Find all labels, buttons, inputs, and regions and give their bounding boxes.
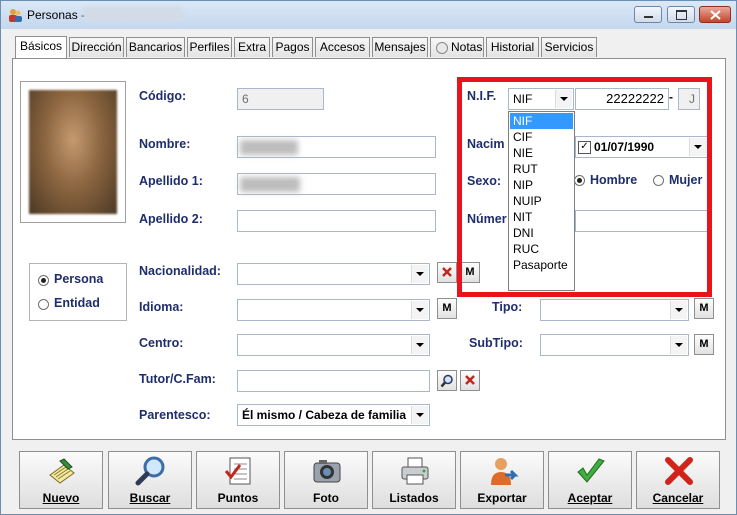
highlight-box bbox=[457, 77, 712, 297]
title-bar: Personas - bbox=[1, 1, 736, 29]
people-icon bbox=[9, 9, 22, 22]
aceptar-label: Aceptar bbox=[567, 491, 613, 505]
tutor-label: Tutor/C.Fam: bbox=[139, 372, 216, 386]
tab-notas-label: Notas bbox=[451, 40, 483, 54]
magnifier-icon bbox=[135, 456, 165, 486]
close-icon bbox=[710, 10, 721, 20]
chevron-down-icon bbox=[411, 336, 428, 354]
idioma-m-button[interactable]: M bbox=[437, 298, 457, 319]
photo-image bbox=[29, 90, 117, 214]
nombre-field[interactable] bbox=[237, 136, 436, 158]
tab-direccion[interactable]: Dirección bbox=[69, 37, 124, 57]
subtipo-m-button[interactable]: M bbox=[694, 334, 714, 355]
tipo-label: Tipo: bbox=[492, 300, 523, 314]
green-check-icon bbox=[577, 458, 605, 483]
foto-button[interactable]: Foto bbox=[284, 451, 368, 509]
foto-label: Foto bbox=[313, 491, 339, 505]
parentesco-label: Parentesco: bbox=[139, 408, 211, 422]
tab-pagos[interactable]: Pagos bbox=[272, 37, 313, 57]
persona-label: Persona bbox=[54, 272, 104, 286]
persona-type-group: Persona Entidad bbox=[29, 263, 127, 321]
chevron-down-icon bbox=[670, 336, 687, 354]
buscar-label: Buscar bbox=[129, 491, 171, 505]
exportar-button[interactable]: Exportar bbox=[460, 451, 544, 509]
codigo-field: 6 bbox=[237, 88, 324, 110]
search-icon bbox=[440, 374, 453, 388]
persona-window: Personas - Básicos Dirección Bancarios P… bbox=[0, 0, 737, 515]
tab-historial[interactable]: Historial bbox=[486, 37, 539, 57]
centro-label: Centro: bbox=[139, 336, 184, 350]
nacionalidad-select[interactable] bbox=[237, 263, 430, 285]
tab-accesos[interactable]: Accesos bbox=[315, 37, 370, 57]
cancelar-label: Cancelar bbox=[652, 491, 704, 505]
checklist-icon bbox=[224, 457, 251, 485]
tab-servicios[interactable]: Servicios bbox=[541, 37, 597, 57]
tab-perfiles[interactable]: Perfiles bbox=[187, 37, 232, 57]
tipo-m-button[interactable]: M bbox=[694, 298, 714, 319]
cancelar-button[interactable]: Cancelar bbox=[636, 451, 720, 509]
parentesco-value: Él mismo / Cabeza de familia bbox=[242, 408, 407, 422]
parentesco-select[interactable]: Él mismo / Cabeza de familia bbox=[237, 404, 430, 426]
tab-notas[interactable]: Notas bbox=[430, 37, 484, 57]
red-x-icon bbox=[465, 375, 475, 385]
apellido1-label: Apellido 1: bbox=[139, 174, 203, 188]
window-title: Personas - bbox=[27, 8, 86, 22]
tab-bancarios[interactable]: Bancarios bbox=[126, 37, 185, 57]
subtipo-select[interactable] bbox=[540, 334, 689, 356]
idioma-label: Idioma: bbox=[139, 300, 184, 314]
search-tutor-button[interactable] bbox=[437, 370, 457, 391]
chevron-down-icon bbox=[411, 301, 428, 319]
codigo-label: Código: bbox=[139, 89, 187, 103]
chevron-down-icon bbox=[411, 265, 428, 283]
nombre-redacted bbox=[240, 140, 298, 155]
aceptar-button[interactable]: Aceptar bbox=[548, 451, 632, 509]
entidad-label: Entidad bbox=[54, 296, 100, 310]
nacionalidad-label: Nacionalidad: bbox=[139, 264, 221, 278]
printer-icon bbox=[401, 457, 429, 485]
listados-label: Listados bbox=[389, 491, 439, 505]
centro-select[interactable] bbox=[237, 334, 430, 356]
clear-tutor-button[interactable] bbox=[460, 370, 480, 391]
buscar-button[interactable]: Buscar bbox=[108, 451, 192, 509]
export-user-icon bbox=[491, 458, 519, 485]
minimize-icon bbox=[644, 16, 653, 18]
persona-radio[interactable] bbox=[38, 275, 49, 286]
clear-nacionalidad-button[interactable] bbox=[437, 262, 457, 283]
listados-button[interactable]: Listados bbox=[372, 451, 456, 509]
nombre-label: Nombre: bbox=[139, 137, 191, 151]
tab-mensajes[interactable]: Mensajes bbox=[372, 37, 428, 57]
red-x-icon bbox=[442, 267, 452, 277]
close-button[interactable] bbox=[699, 6, 731, 23]
subtipo-label: SubTipo: bbox=[469, 336, 523, 350]
maximize-button[interactable] bbox=[667, 6, 695, 23]
apellido1-field[interactable] bbox=[237, 173, 436, 195]
minimize-button[interactable] bbox=[634, 6, 662, 23]
red-x-icon bbox=[665, 457, 693, 485]
maximize-icon bbox=[676, 10, 687, 20]
camera-icon bbox=[313, 460, 341, 483]
apellido2-label: Apellido 2: bbox=[139, 212, 203, 226]
nuevo-label: Nuevo bbox=[42, 491, 80, 505]
nuevo-button[interactable]: Nuevo bbox=[19, 451, 103, 509]
apellido1-redacted bbox=[240, 177, 300, 192]
notas-radio-icon bbox=[436, 42, 448, 54]
tutor-field[interactable] bbox=[237, 370, 430, 392]
entidad-radio[interactable] bbox=[38, 299, 49, 310]
exportar-label: Exportar bbox=[477, 491, 527, 505]
puntos-button[interactable]: Puntos bbox=[196, 451, 280, 509]
tipo-select[interactable] bbox=[540, 299, 689, 321]
puntos-label: Puntos bbox=[217, 491, 259, 505]
chevron-down-icon bbox=[411, 406, 428, 424]
tab-basicos[interactable]: Básicos bbox=[15, 36, 67, 58]
new-document-icon bbox=[49, 458, 75, 484]
tab-extra[interactable]: Extra bbox=[234, 37, 270, 57]
apellido2-field[interactable] bbox=[237, 210, 436, 232]
idioma-select[interactable] bbox=[237, 299, 430, 321]
person-photo[interactable] bbox=[20, 81, 126, 223]
window-title-redacted bbox=[83, 7, 183, 21]
chevron-down-icon bbox=[670, 301, 687, 319]
